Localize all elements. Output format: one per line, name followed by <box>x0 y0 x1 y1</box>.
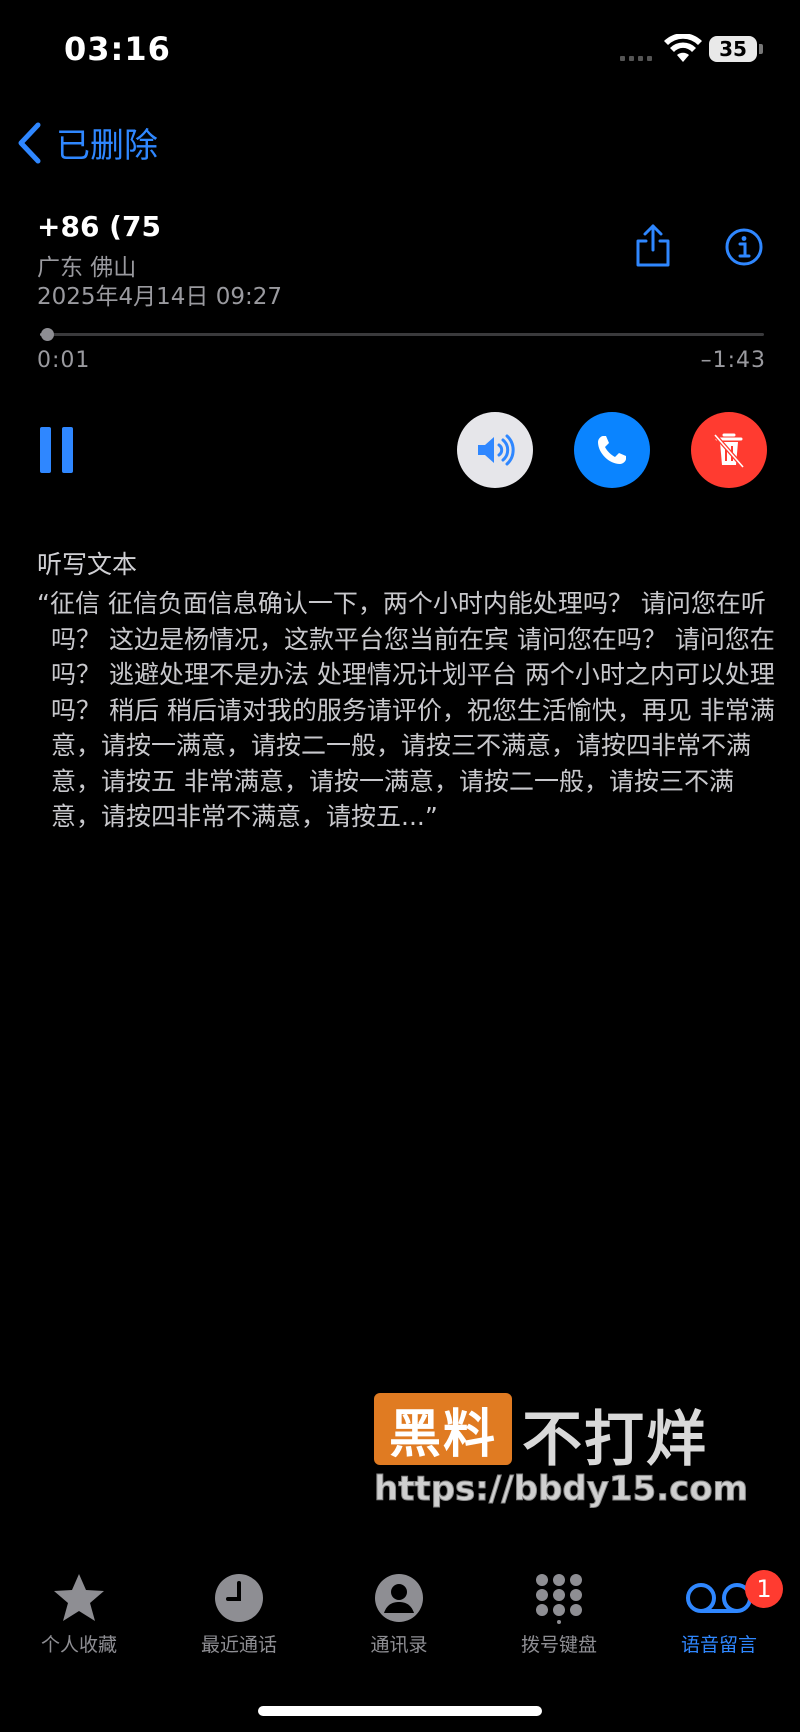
trash-icon <box>713 433 745 469</box>
voicemail-badge: 1 <box>745 1570 783 1608</box>
phone-icon <box>598 436 626 464</box>
status-time: 03:16 <box>64 30 171 68</box>
watermark-brand: 不打烊 <box>522 1405 708 1475</box>
tab-label: 拨号键盘 <box>520 1634 597 1656</box>
pause-button[interactable] <box>40 427 80 473</box>
speaker-button[interactable] <box>457 412 533 488</box>
tab-bar: 个人收藏 最近通话 通讯录 拨号键盘 语音留言 <box>0 1560 800 1660</box>
battery-cap <box>759 44 763 54</box>
clock-icon <box>215 1574 263 1622</box>
tab-label: 最近通话 <box>200 1634 277 1656</box>
speaker-icon <box>478 434 515 466</box>
tab-keypad[interactable]: 拨号键盘 <box>499 1570 619 1657</box>
caller-number: +86 (75 <box>37 210 161 243</box>
delete-button[interactable] <box>691 412 767 488</box>
tab-label: 语音留言 <box>680 1634 757 1656</box>
keypad-icon <box>536 1574 582 1624</box>
time-remaining: –1:43 <box>700 348 766 373</box>
watermark-logo: 黑料 <box>374 1393 512 1465</box>
watermark-url: https://bbdy15.com <box>373 1469 749 1510</box>
time-elapsed: 0:01 <box>37 348 91 373</box>
wifi-icon <box>664 34 702 62</box>
back-button[interactable]: 已删除 <box>16 118 158 167</box>
info-icon <box>725 228 763 266</box>
transcript-text: “征信 征信负面信息确认一下，两个小时内能处理吗？ 请问您在听吗？ 这边是杨情况… <box>37 589 775 831</box>
star-icon <box>54 1574 104 1621</box>
battery-level: 35 <box>719 37 747 61</box>
voicemail-date: 2025年4月14日 09:27 <box>37 284 283 310</box>
chevron-left-icon <box>18 122 41 163</box>
tab-contacts[interactable]: 通讯录 <box>339 1570 459 1657</box>
watermark: 黑料 不打烊 https://bbdy15.com <box>373 1393 754 1513</box>
info-button[interactable] <box>724 227 764 267</box>
voicemail-icon <box>686 1583 752 1613</box>
transcript-title: 听写文本 <box>37 550 138 579</box>
home-indicator[interactable] <box>258 1706 542 1716</box>
cellular-signal-icon <box>620 56 652 61</box>
call-back-button[interactable] <box>574 412 650 488</box>
person-icon <box>375 1574 423 1622</box>
status-bar: 03:16 35 <box>0 0 800 100</box>
battery-icon: 35 <box>709 36 757 62</box>
playback-scrubber[interactable] <box>40 328 54 341</box>
playback-progress-bar[interactable] <box>40 328 764 341</box>
back-label: 已删除 <box>56 126 158 166</box>
share-icon <box>636 224 670 267</box>
tab-label: 个人收藏 <box>40 1634 117 1656</box>
tab-recents[interactable]: 最近通话 <box>179 1570 299 1657</box>
share-button[interactable] <box>633 222 673 268</box>
tab-label: 通讯录 <box>370 1634 428 1656</box>
tab-favorites[interactable]: 个人收藏 <box>19 1570 139 1657</box>
